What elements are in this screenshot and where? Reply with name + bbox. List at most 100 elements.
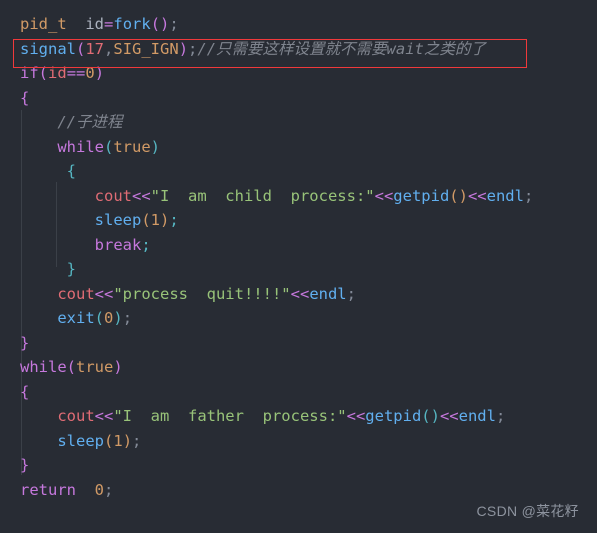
code-line: pid_t id=fork(); [0,12,597,37]
code-token: fork [113,15,151,33]
code-token: ( [104,431,114,450]
code-token: () [421,407,440,425]
code-token: { [66,162,77,180]
code-token: 17 [85,39,105,58]
code-token: "I am father process:" [113,407,347,425]
code-token: ( [38,64,49,82]
code-token: ) [113,358,123,376]
code-token: << [290,284,310,303]
code-line: } [0,331,597,356]
code-line: break; [0,233,597,258]
code-token: endl [486,186,524,205]
code-line: { [0,159,597,184]
code-token: break [94,235,142,254]
code-lines-container: pid_t id=fork(); signal(17,SIG_IGN);//只需要… [0,12,597,502]
code-token: //子进程 [57,113,123,131]
code-token: getpid [365,407,422,425]
code-token: ; [141,235,151,254]
code-token: exit [57,309,95,327]
code-token: endl [458,407,496,425]
code-token: } [66,260,77,278]
code-token: << [131,186,151,205]
code-editor: pid_t id=fork(); signal(17,SIG_IGN);//只需要… [0,0,597,533]
code-line: cout<<"I am father process:"<<getpid()<<… [0,404,597,429]
code-token: //只需要这样设置就不需要wait之类的了 [197,39,486,58]
code-token: while [20,358,67,376]
code-token: ; [169,211,179,229]
code-token: } [20,456,30,474]
code-line: exit(0); [0,306,597,331]
code-token: 1 [113,431,123,450]
code-token: ; [523,186,534,205]
code-token: sleep [57,431,104,450]
csdn-watermark: CSDN @菜花籽 [476,503,579,519]
code-token: pid_t [20,15,67,33]
code-token: ( [141,211,151,229]
code-token: { [20,382,30,401]
code-token: << [346,407,366,425]
code-token: SIG_IGN [113,39,179,58]
code-token: ) [150,137,161,156]
code-token: true [76,358,114,376]
code-token: signal [20,39,76,58]
code-token: { [20,88,30,107]
code-token: if [20,64,39,82]
code-token: << [374,186,394,205]
code-token: ; [169,15,179,33]
code-token: while [57,137,104,156]
code-token: sleep [94,211,142,229]
code-line: { [0,380,597,405]
code-line: } [0,453,597,478]
code-token: cout [94,186,132,205]
code-token: id [85,15,105,33]
code-token: 0 [104,309,114,327]
code-token: ; [346,284,356,303]
code-token: == [66,64,86,82]
code-token: 0 [85,64,95,82]
code-line: //子进程 [0,110,597,135]
code-token: ) [113,309,123,327]
code-token: , [104,39,114,58]
code-token: id [48,64,67,82]
code-token: << [94,284,114,303]
code-token: ) [160,211,170,229]
code-token: ; [188,39,198,58]
code-token: ) [94,64,105,82]
code-line: { [0,86,597,111]
code-token: = [104,15,114,33]
code-line: } [0,257,597,282]
code-token: ; [132,431,142,450]
code-line: signal(17,SIG_IGN);//只需要这样设置就不需要wait之类的了 [0,37,597,62]
code-token: ) [122,431,133,450]
code-token: () [449,186,468,205]
code-token: ; [122,309,133,327]
code-token: 0 [94,480,105,499]
code-token: ; [104,480,114,499]
code-token: cout [57,284,95,303]
code-token: cout [57,407,95,425]
code-line: if(id==0) [0,61,597,86]
code-line: return 0; [0,478,597,503]
code-token: << [439,407,459,425]
code-line: while(true) [0,355,597,380]
code-token: 1 [150,211,161,229]
code-token: << [467,186,487,205]
code-token: () [150,15,170,33]
code-token: ) [178,39,189,58]
code-token: << [94,407,114,425]
code-line: cout<<"process quit!!!!"<<endl; [0,282,597,307]
code-token: ( [104,137,114,156]
code-token: getpid [393,186,450,205]
